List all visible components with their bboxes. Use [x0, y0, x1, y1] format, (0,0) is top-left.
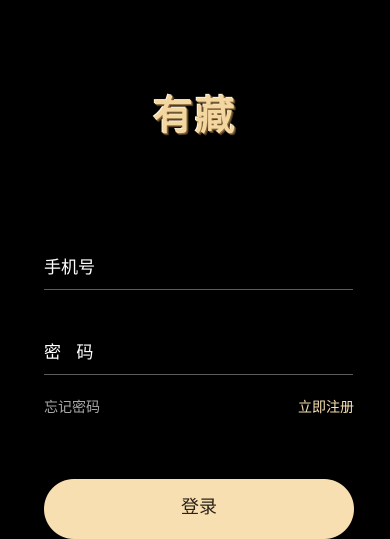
password-input[interactable] — [44, 334, 353, 372]
login-button[interactable]: 登录 — [44, 479, 354, 539]
app-logo: 有藏 — [153, 93, 237, 139]
phone-input[interactable] — [44, 249, 353, 287]
forgot-password-link[interactable]: 忘记密码 — [44, 398, 100, 418]
phone-field — [44, 249, 353, 290]
register-link[interactable]: 立即注册 — [298, 398, 354, 418]
password-field — [44, 334, 353, 375]
login-button-label: 登录 — [181, 497, 217, 518]
